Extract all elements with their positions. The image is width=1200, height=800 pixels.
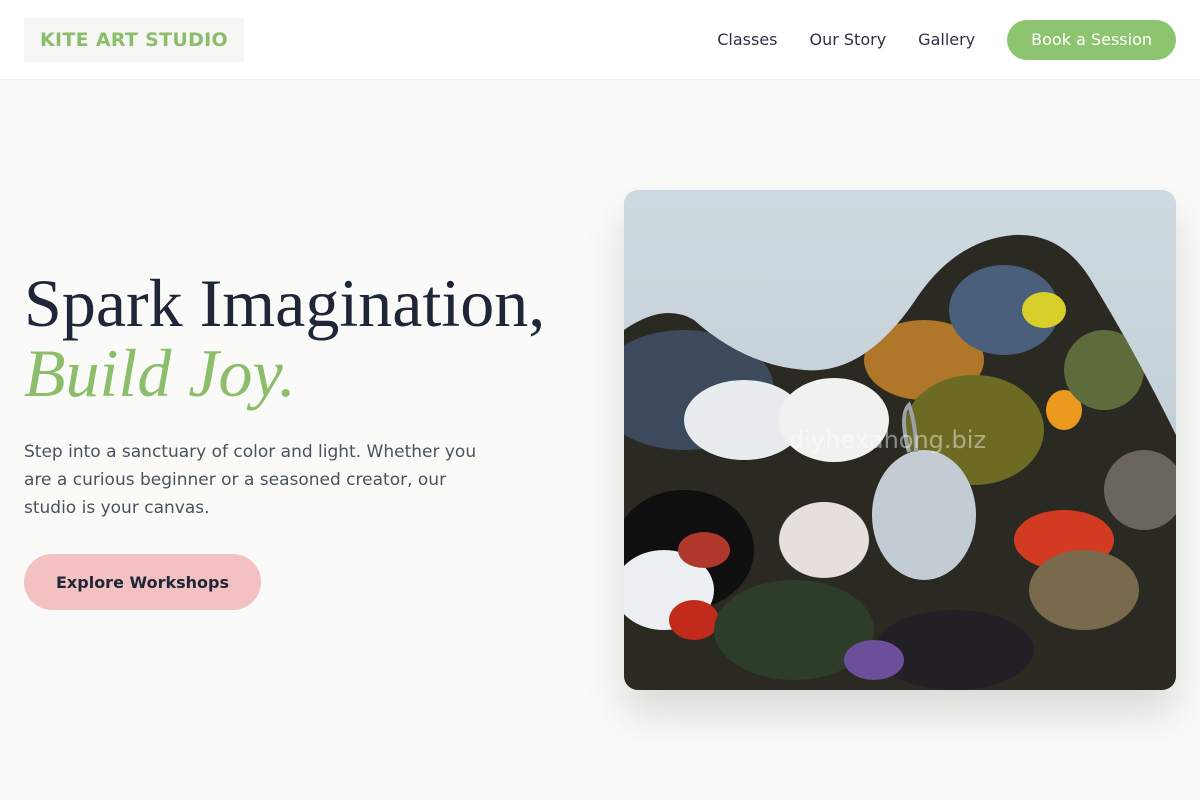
explore-workshops-button[interactable]: Explore Workshops <box>24 554 261 610</box>
hero-title-line-2: Build Joy. <box>24 335 296 411</box>
main-nav: Classes Our Story Gallery Book a Session <box>717 19 1176 60</box>
hero-title-line-1: Spark Imagination, <box>24 265 546 341</box>
studio-logo[interactable]: KITE ART STUDIO <box>24 17 244 62</box>
hero-image: diyhexahong.biz <box>624 190 1176 690</box>
hero-title: Spark Imagination, Build Joy. <box>24 268 545 408</box>
image-watermark: diyhexahong.biz <box>789 426 987 454</box>
page: KITE ART STUDIO Classes Our Story Galler… <box>0 0 1200 800</box>
site-header: KITE ART STUDIO Classes Our Story Galler… <box>0 0 1200 80</box>
book-session-button[interactable]: Book a Session <box>1007 19 1176 60</box>
hero-description: Step into a sanctuary of color and light… <box>24 442 477 518</box>
nav-link-gallery[interactable]: Gallery <box>918 30 975 49</box>
nav-link-classes[interactable]: Classes <box>717 30 777 49</box>
nav-link-our-story[interactable]: Our Story <box>810 30 887 49</box>
